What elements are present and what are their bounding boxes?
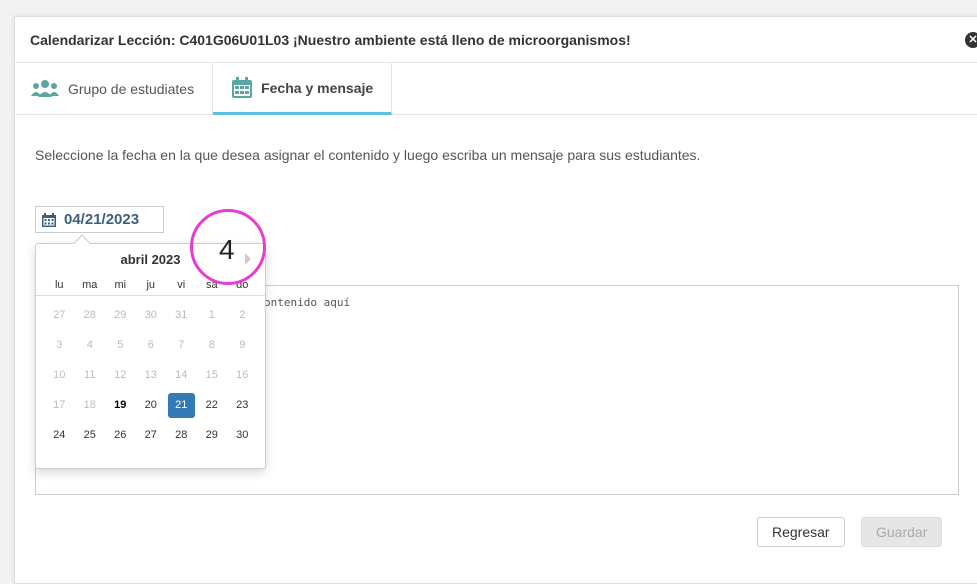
datepicker-popup: abril 2023 lu ma mi ju vi sá do 27 28 29 30 31 1 2 3 4… <box>35 234 266 469</box>
tab-date-message[interactable]: Fecha y mensaje <box>213 63 393 115</box>
users-icon <box>31 80 59 97</box>
modal-title: Calendarizar Lección: C401G06U01L03 ¡Nue… <box>30 31 631 48</box>
back-button[interactable]: Regresar <box>757 517 845 547</box>
calendar-day[interactable]: 25 <box>75 422 106 449</box>
tab-label: Fecha y mensaje <box>261 79 374 96</box>
calendar-day: 14 <box>175 369 188 381</box>
datepicker-header: abril 2023 <box>36 244 265 274</box>
datepicker-days: 27 28 29 30 31 1 2 3 4 5 6 7 8 9 10 11 12 13 14 15 16 17 18 19 2… <box>36 302 265 449</box>
tab-label: Grupo de estudiates <box>68 81 195 97</box>
modal-header: Calendarizar Lección: C401G06U01L03 ¡Nue… <box>15 17 977 63</box>
calendar-day: 5 <box>117 339 124 351</box>
calendar-day: 31 <box>175 309 188 321</box>
calendar-day: 6 <box>147 339 154 351</box>
save-button[interactable]: Guardar <box>861 517 943 547</box>
calendar-day[interactable]: 20 <box>136 392 167 419</box>
calendar-day: 16 <box>236 369 249 381</box>
calendar-day: 1 <box>208 309 215 321</box>
calendar-day[interactable]: 28 <box>166 422 197 449</box>
close-icon[interactable]: ✕ <box>965 32 977 48</box>
tab-content: Seleccione la fecha en la que desea asig… <box>15 147 977 163</box>
datepicker-month-label: abril 2023 <box>120 251 181 267</box>
instructions-text: Seleccione la fecha en la que desea asig… <box>35 147 701 163</box>
calendar-day: 30 <box>144 309 157 321</box>
calendar-day: 2 <box>239 309 246 321</box>
tab-bar: Grupo de estudiates Fecha y mensaje <box>15 63 977 115</box>
calendar-day[interactable]: 29 <box>197 422 228 449</box>
message-placeholder: ontenido aquí <box>264 296 351 309</box>
calendar-day: 13 <box>144 369 157 381</box>
calendar-day[interactable]: 23 <box>227 392 258 419</box>
weekday-label: do <box>236 278 249 291</box>
next-month-icon[interactable] <box>245 253 251 265</box>
calendar-day[interactable]: 19 <box>105 392 136 419</box>
calendar-day: 17 <box>53 399 66 411</box>
calendar-day: 8 <box>208 339 215 351</box>
calendar-day[interactable]: 24 <box>44 422 75 449</box>
calendar-day: 12 <box>114 369 127 381</box>
weekday-label: mi <box>114 278 127 291</box>
calendar-day: 7 <box>178 339 185 351</box>
calendar-day: 4 <box>86 339 93 351</box>
calendar-day: 9 <box>239 339 246 351</box>
weekday-label: ju <box>146 278 156 291</box>
calendar-day: 29 <box>114 309 127 321</box>
calendar-day: 15 <box>205 369 218 381</box>
tab-student-group[interactable]: Grupo de estudiates <box>15 63 214 115</box>
calendar-icon <box>232 76 253 98</box>
calendar-day: 11 <box>84 369 96 381</box>
calendar-day[interactable]: 30 <box>227 422 258 449</box>
weekday-label: sá <box>205 278 218 291</box>
schedule-modal: Calendarizar Lección: C401G06U01L03 ¡Nue… <box>14 16 977 584</box>
calendar-day[interactable]: 26 <box>105 422 136 449</box>
weekday-label: ma <box>82 278 98 291</box>
weekday-label: vi <box>177 278 186 291</box>
calendar-day: 18 <box>83 399 96 411</box>
calendar-icon <box>42 212 56 227</box>
calendar-day[interactable]: 22 <box>197 392 228 419</box>
weekday-label: lu <box>54 278 64 291</box>
date-value: 04/21/2023 <box>64 211 140 228</box>
calendar-day[interactable]: 27 <box>136 422 167 449</box>
datepicker-weekdays: lu ma mi ju vi sá do <box>36 274 265 296</box>
calendar-day: 10 <box>53 369 66 381</box>
calendar-day[interactable]: 21 <box>168 393 195 418</box>
date-input[interactable]: 04/21/2023 <box>35 206 164 233</box>
calendar-day: 28 <box>83 309 96 321</box>
calendar-day: 3 <box>56 339 63 351</box>
calendar-day: 27 <box>53 309 66 321</box>
